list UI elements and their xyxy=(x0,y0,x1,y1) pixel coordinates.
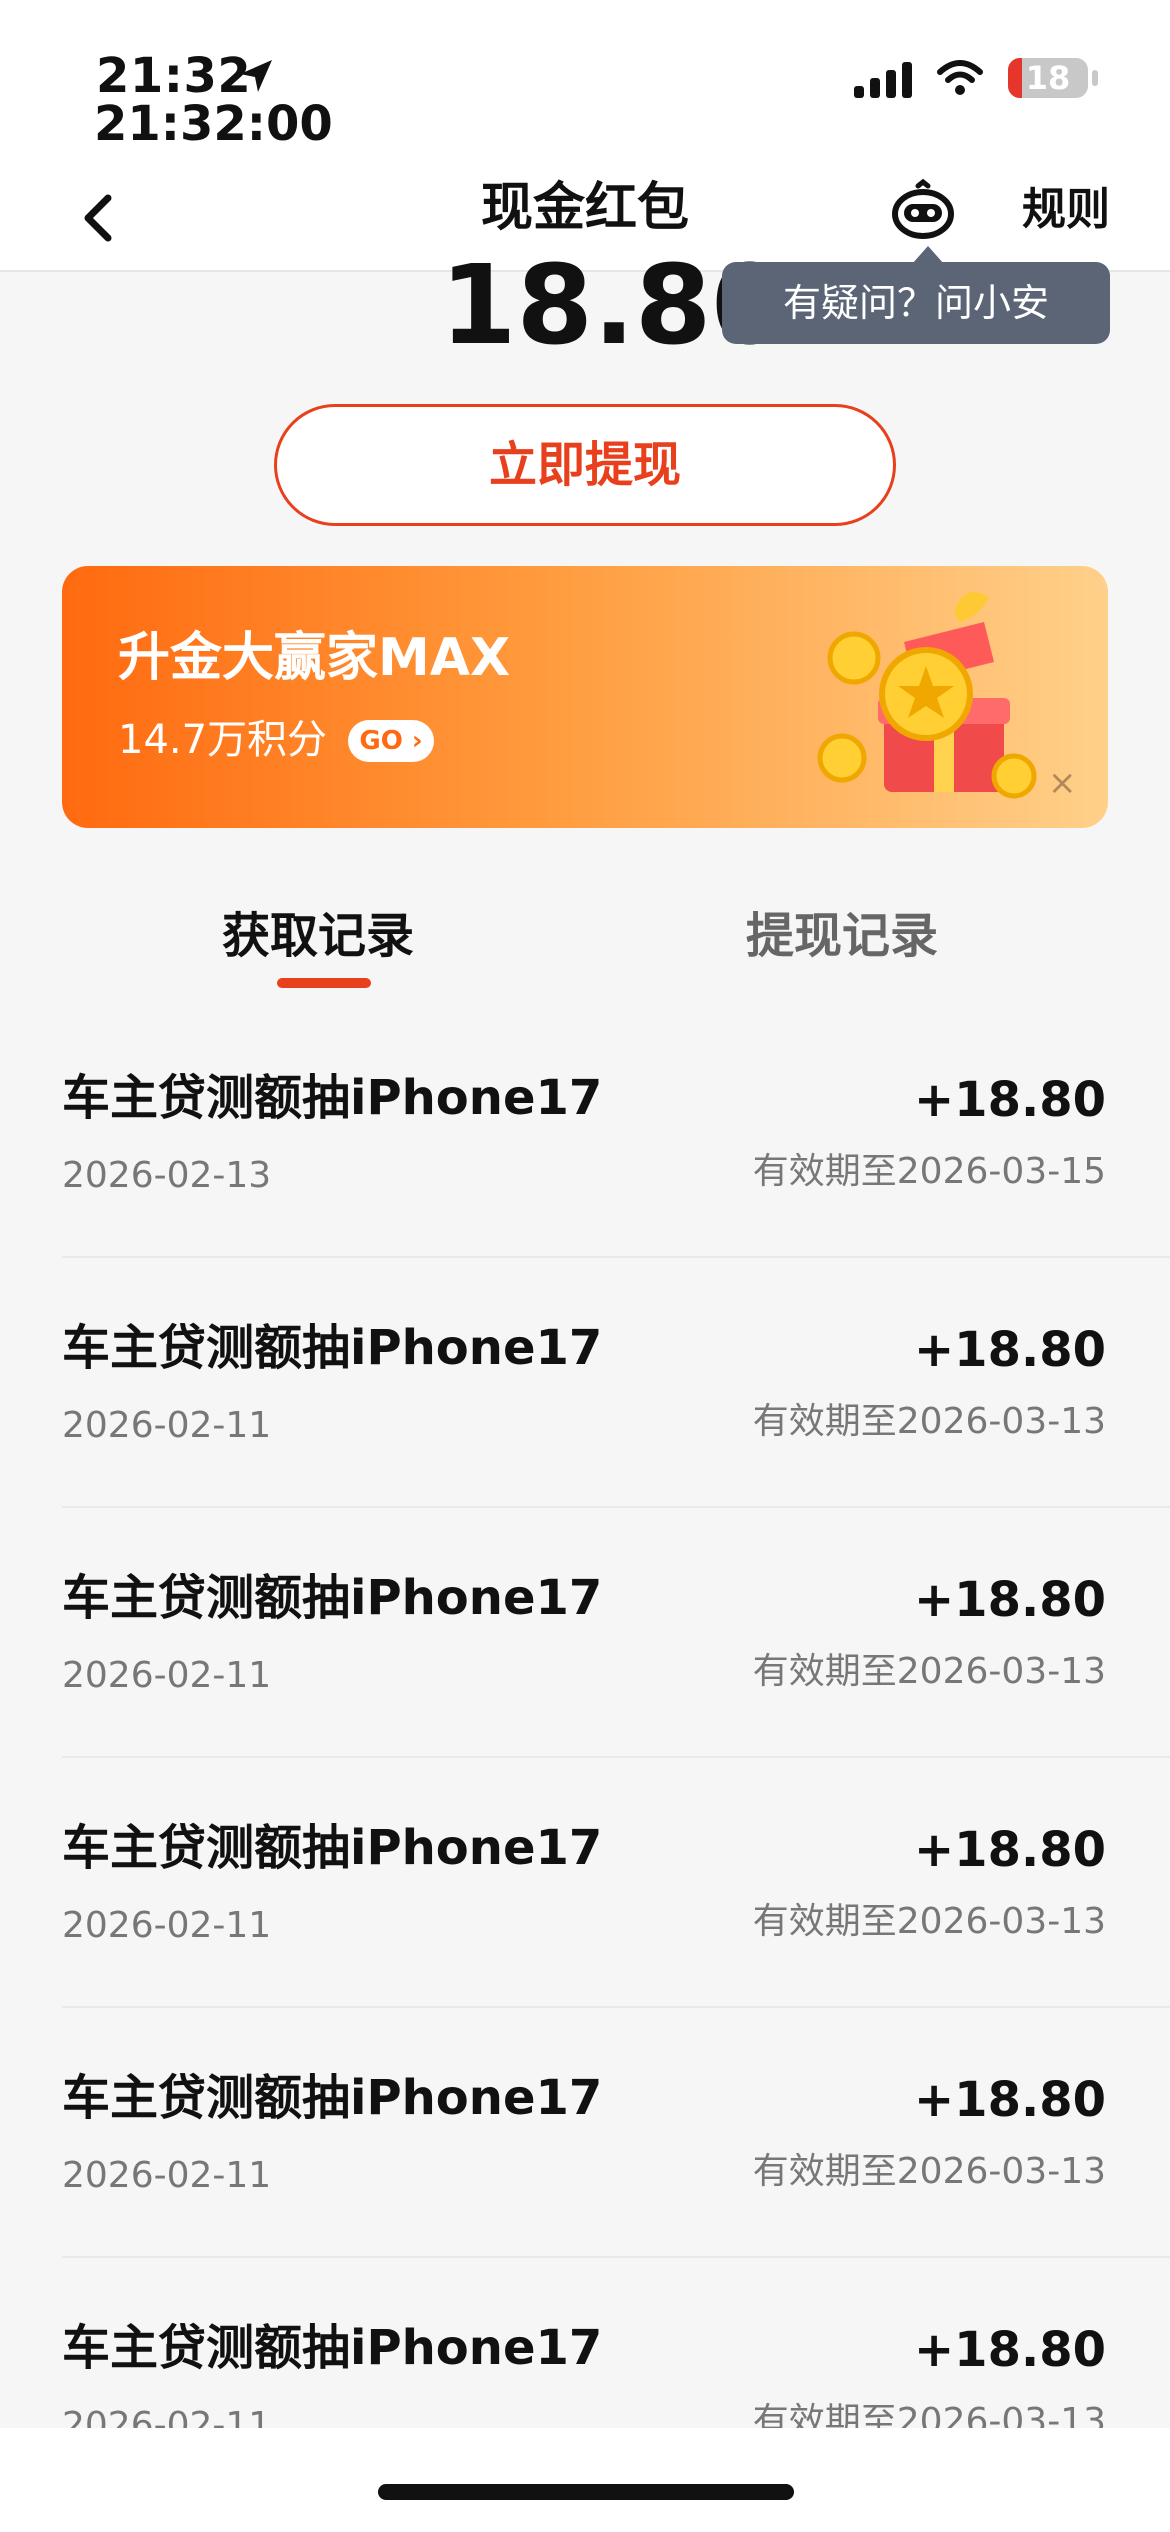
promo-banner[interactable]: 升金大赢家MAX 14.7万积分 GO › × xyxy=(62,566,1108,828)
list-item[interactable]: 车主贷测额抽iPhone17 2026-02-11 +18.80 有效期至202… xyxy=(0,1758,1170,2008)
banner-subtitle: 14.7万积分 xyxy=(118,717,328,763)
status-bar: 21:32 21:32:00 18 xyxy=(0,0,1170,168)
banner-title: 升金大赢家MAX xyxy=(118,628,511,688)
list-item[interactable]: 车主贷测额抽iPhone17 2026-02-11 +18.80 有效期至202… xyxy=(0,1508,1170,1758)
record-expiry: 有效期至2026-03-13 xyxy=(752,2151,1106,2192)
assistant-tooltip[interactable]: 有疑问？问小安 xyxy=(722,262,1110,344)
record-title: 车主贷测额抽iPhone17 xyxy=(62,1820,603,1876)
record-title: 车主贷测额抽iPhone17 xyxy=(62,2320,603,2376)
record-title: 车主贷测额抽iPhone17 xyxy=(62,1070,603,1126)
page-title: 现金红包 xyxy=(480,178,689,238)
record-expiry: 有效期至2026-03-13 xyxy=(752,1651,1106,1692)
record-date: 2026-02-11 xyxy=(62,2155,272,2196)
records-list: 车主贷测额抽iPhone17 2026-02-13 +18.80 有效期至202… xyxy=(0,1008,1170,2508)
record-amount: +18.80 xyxy=(913,2322,1106,2378)
record-title: 车主贷测额抽iPhone17 xyxy=(62,1570,603,1626)
record-amount: +18.80 xyxy=(913,1572,1106,1628)
record-date: 2026-02-11 xyxy=(62,1905,272,1946)
list-item[interactable]: 车主贷测额抽iPhone17 2026-02-13 +18.80 有效期至202… xyxy=(0,1008,1170,1258)
tab-active-indicator xyxy=(277,978,371,988)
record-amount: +18.80 xyxy=(913,1322,1106,1378)
location-arrow-icon xyxy=(240,60,272,92)
record-amount: +18.80 xyxy=(913,1822,1106,1878)
record-expiry: 有效期至2026-03-13 xyxy=(752,1901,1106,1942)
record-tabs: 获取记录 提现记录 xyxy=(62,876,1108,1006)
tab-earn-records[interactable]: 获取记录 xyxy=(222,906,414,966)
record-date: 2026-02-13 xyxy=(62,1155,272,1196)
record-title: 车主贷测额抽iPhone17 xyxy=(62,1320,603,1376)
battery-level-text: 18 xyxy=(1025,59,1071,97)
cellular-signal-icon xyxy=(854,62,912,98)
gift-box-coins-icon xyxy=(817,592,1037,799)
bottom-safe-area xyxy=(0,2428,1170,2532)
record-expiry: 有效期至2026-03-13 xyxy=(752,1401,1106,1442)
withdraw-button[interactable]: 立即提现 xyxy=(274,404,896,526)
rules-link[interactable]: 规则 xyxy=(1022,178,1110,242)
list-item[interactable]: 车主贷测额抽iPhone17 2026-02-11 +18.80 有效期至202… xyxy=(0,1258,1170,1508)
record-amount: +18.80 xyxy=(913,2072,1106,2128)
tab-withdraw-records[interactable]: 提现记录 xyxy=(746,906,938,966)
home-indicator[interactable] xyxy=(378,2484,794,2500)
record-title: 车主贷测额抽iPhone17 xyxy=(62,2070,603,2126)
wifi-icon xyxy=(937,60,983,95)
status-time-seconds: 21:32:00 xyxy=(94,96,333,152)
banner-go-button[interactable]: GO › xyxy=(348,720,434,762)
record-date: 2026-02-11 xyxy=(62,1655,272,1696)
record-expiry: 有效期至2026-03-15 xyxy=(752,1151,1106,1192)
status-time: 21:32 xyxy=(96,48,252,104)
robot-assistant-icon[interactable] xyxy=(888,178,958,248)
record-date: 2026-02-11 xyxy=(62,1405,272,1446)
battery-indicator: 18 xyxy=(1008,58,1088,98)
close-icon[interactable]: × xyxy=(1048,766,1077,800)
record-amount: +18.80 xyxy=(913,1072,1106,1128)
list-item[interactable]: 车主贷测额抽iPhone17 2026-02-11 +18.80 有效期至202… xyxy=(0,2008,1170,2258)
battery-tip xyxy=(1092,70,1098,86)
